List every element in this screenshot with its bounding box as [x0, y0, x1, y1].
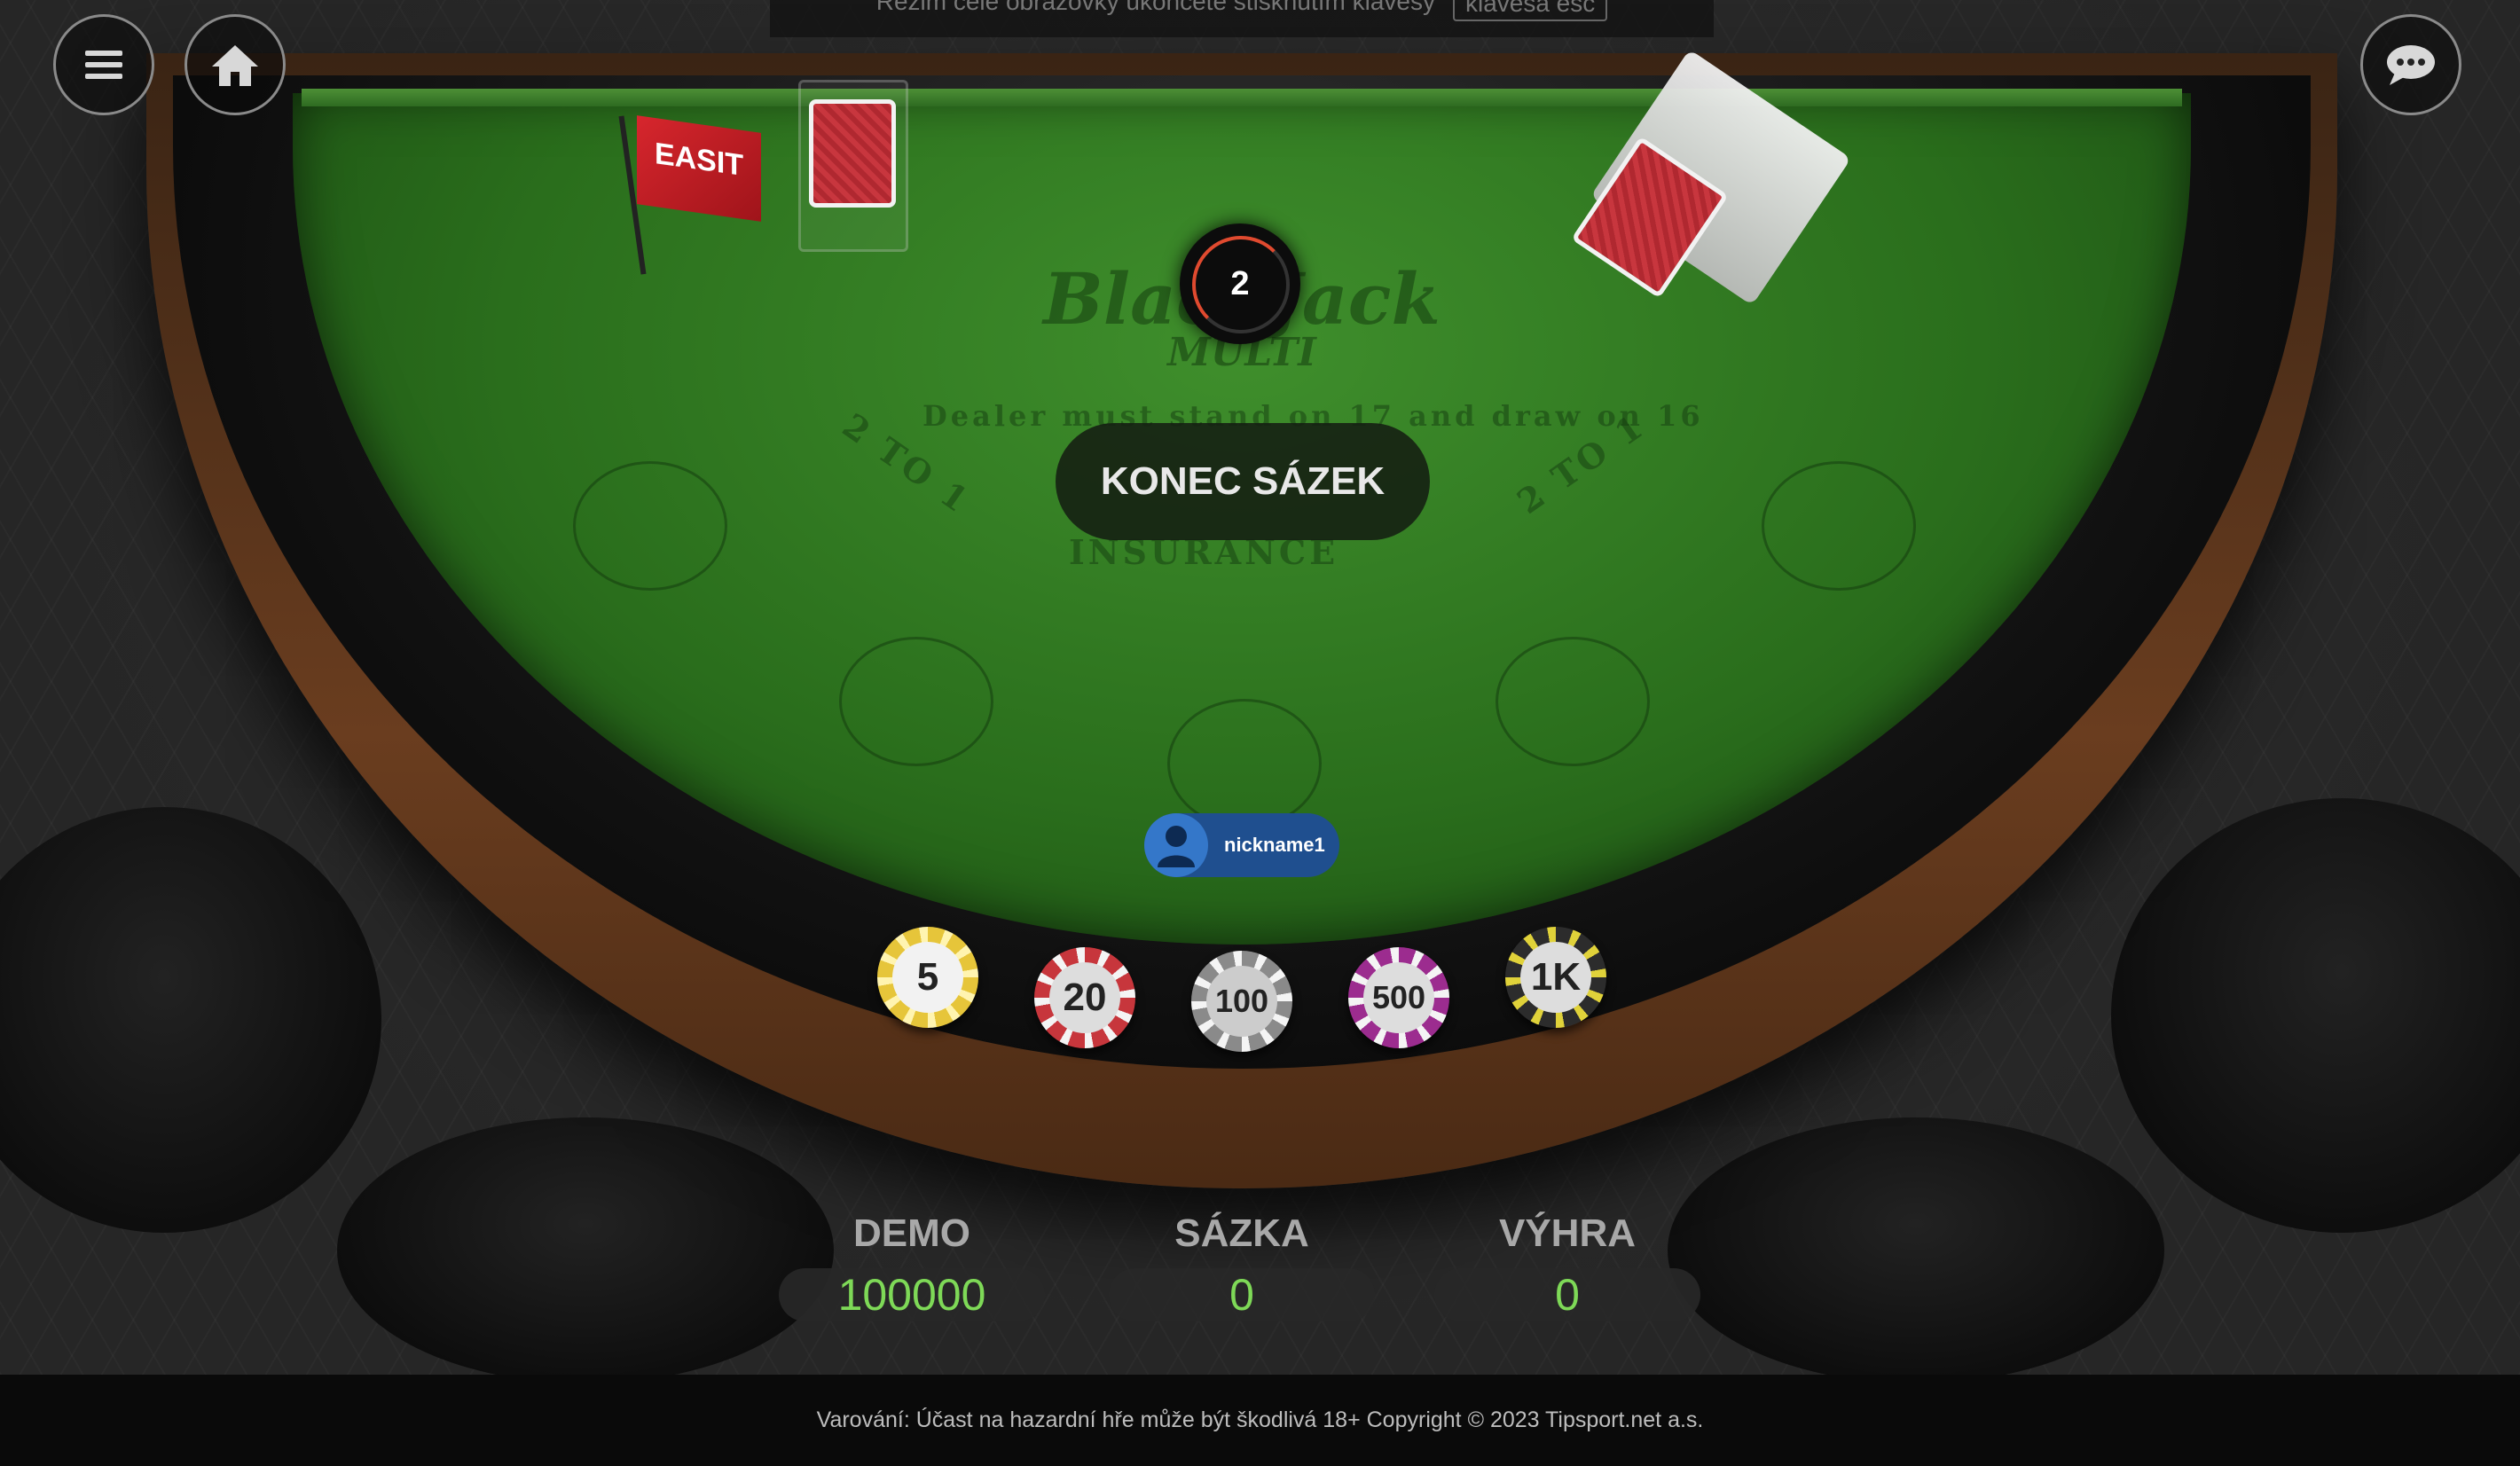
betting-closed-banner: KONEC SÁZEK: [1056, 423, 1430, 540]
bet-label: SÁZKA: [1174, 1211, 1309, 1255]
chip-20-label: 20: [1049, 962, 1120, 1033]
chip-20[interactable]: 20: [1034, 947, 1135, 1048]
menu-icon: [85, 51, 122, 79]
menu-button[interactable]: [53, 14, 154, 115]
chip-5[interactable]: 5: [877, 927, 978, 1028]
chip-500[interactable]: 500: [1348, 947, 1449, 1048]
demo-label: DEMO: [853, 1211, 970, 1255]
user-icon: [1158, 826, 1195, 867]
chip-100[interactable]: 100: [1191, 951, 1292, 1052]
betting-spot-5[interactable]: [1762, 461, 1916, 591]
home-button[interactable]: [184, 14, 286, 115]
bet-amount: 0: [1109, 1268, 1375, 1321]
stool-center-right: [1668, 1117, 2164, 1384]
player-nickname: nickname1: [1224, 834, 1325, 856]
player-badge: nickname1: [1144, 813, 1339, 877]
chat-icon: [2387, 45, 2435, 85]
avatar: [1144, 813, 1208, 877]
fullscreen-notice: Režim celé obrazovky ukončete stisknutím…: [770, 0, 1714, 37]
stool-center-left: [337, 1117, 834, 1384]
esc-key-hint: klávesa esc: [1452, 0, 1608, 21]
win-label: VÝHRA: [1498, 1211, 1637, 1255]
betting-spot-3[interactable]: [1167, 699, 1322, 828]
betting-spot-1[interactable]: [573, 461, 727, 591]
felt-top-edge: [302, 89, 2182, 106]
demo-balance: 100000: [779, 1268, 1045, 1321]
home-icon: [212, 45, 258, 86]
chip-1k-label: 1K: [1520, 942, 1591, 1013]
chip-100-label: 100: [1206, 966, 1277, 1037]
fullscreen-notice-text: Režim celé obrazovky ukončete stisknutím…: [875, 0, 1435, 15]
countdown-timer: 2: [1180, 223, 1300, 344]
win-amount: 0: [1434, 1268, 1700, 1321]
chip-1k[interactable]: 1K: [1505, 927, 1606, 1028]
betting-spot-2[interactable]: [839, 637, 993, 766]
discard-card: [809, 99, 896, 208]
chat-button[interactable]: [2360, 14, 2461, 115]
chip-500-label: 500: [1363, 962, 1434, 1033]
timer-value: 2: [1230, 264, 1250, 302]
chip-5-label: 5: [892, 942, 963, 1013]
footer-disclaimer: Varování: Účast na hazardní hře může být…: [0, 1375, 2520, 1466]
brand-flag: EASIT: [637, 115, 761, 222]
betting-spot-4[interactable]: [1496, 637, 1650, 766]
